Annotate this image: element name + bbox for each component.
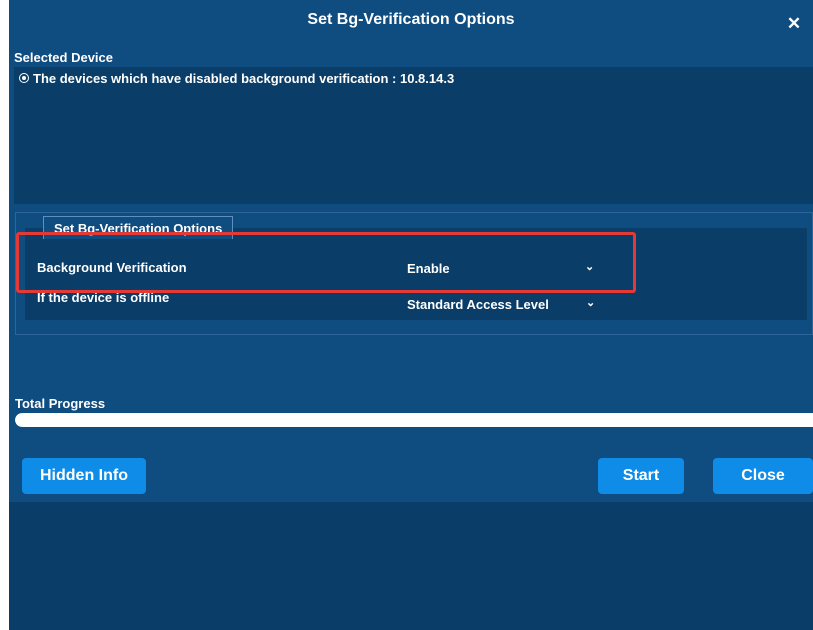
offline-mode-value: Standard Access Level	[407, 297, 549, 312]
highlight-annotation	[16, 232, 636, 293]
total-progress-fill	[15, 413, 813, 427]
close-button[interactable]: Close	[713, 458, 813, 494]
dialog-title: Set Bg-Verification Options	[307, 11, 515, 28]
selected-device-label: Selected Device	[14, 50, 114, 65]
total-progress-bar	[15, 413, 813, 427]
hidden-info-button[interactable]: Hidden Info	[22, 458, 146, 494]
start-button[interactable]: Start	[598, 458, 684, 494]
dialog-titlebar: Set Bg-Verification Options	[9, 0, 813, 44]
log-panel	[9, 502, 813, 630]
total-progress-label: Total Progress	[15, 396, 106, 411]
offline-mode-select[interactable]: Standard Access Level ⌄	[399, 291, 607, 317]
device-radio-button[interactable]	[19, 73, 29, 83]
close-icon[interactable]: ✕	[782, 13, 806, 35]
selected-device-item: The devices which have disabled backgrou…	[33, 71, 455, 86]
selected-device-panel: The devices which have disabled backgrou…	[14, 67, 813, 204]
chevron-down-icon: ⌄	[586, 297, 596, 309]
